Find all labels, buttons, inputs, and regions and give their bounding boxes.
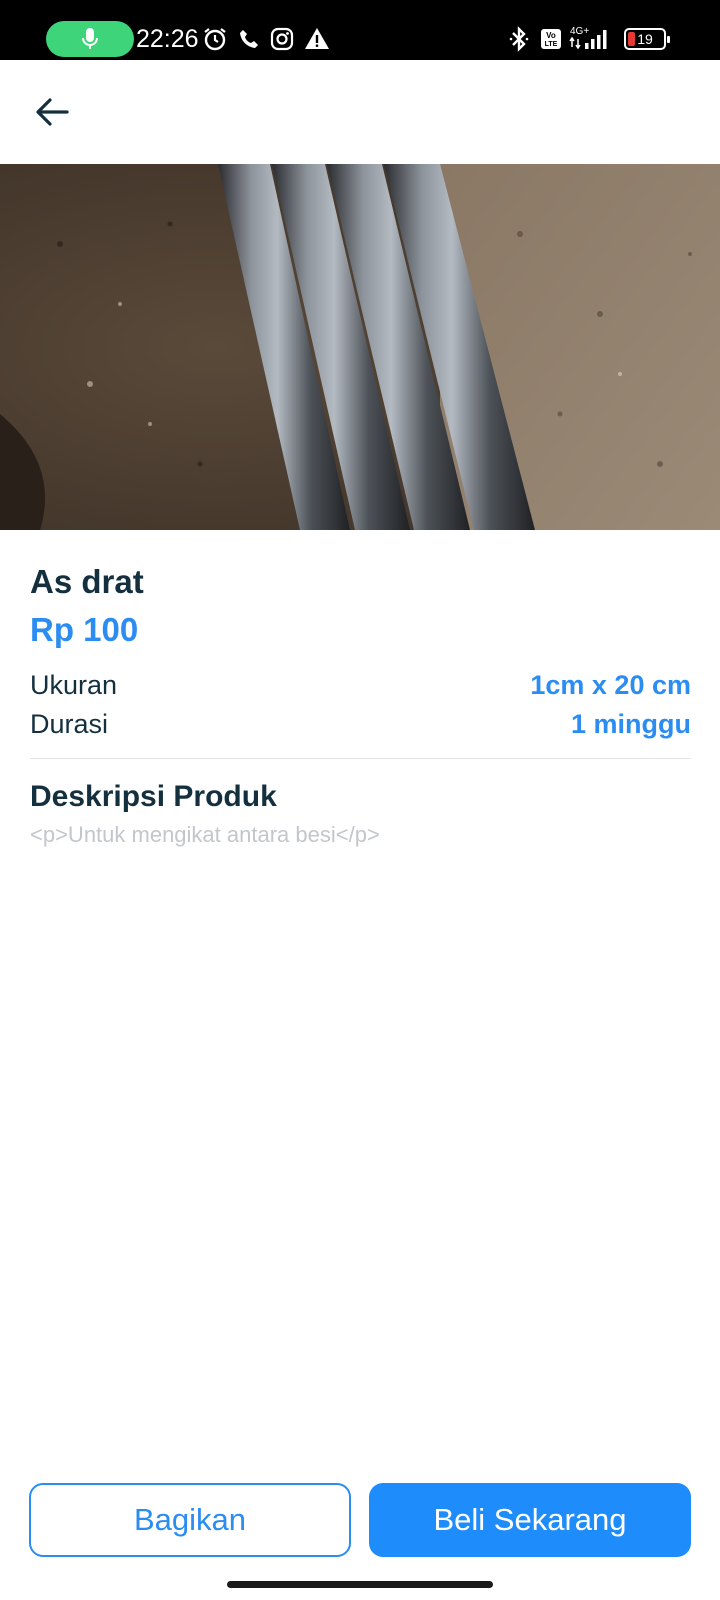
- buy-now-button[interactable]: Beli Sekarang: [369, 1483, 691, 1557]
- spec-value: 1cm x 20 cm: [530, 670, 691, 700]
- status-time: 22:26: [136, 25, 199, 53]
- divider: [30, 758, 691, 759]
- signal-icon: 4G+: [568, 24, 616, 50]
- spec-label: Ukuran: [30, 670, 118, 700]
- svg-text:LTE: LTE: [545, 41, 558, 48]
- back-button[interactable]: [24, 84, 80, 140]
- home-indicator[interactable]: [227, 1581, 493, 1588]
- battery-icon: 19: [624, 28, 670, 50]
- spec-row-duration: Durasi 1 minggu: [30, 705, 691, 744]
- share-button[interactable]: Bagikan: [29, 1483, 351, 1557]
- product-price: Rp 100: [30, 611, 139, 648]
- status-bar: 22:26 Vo LTE 4G+ 19: [0, 0, 720, 60]
- alarm-icon: [202, 26, 228, 52]
- app-bar: [0, 60, 720, 164]
- spec-row-size: Ukuran 1cm x 20 cm: [30, 666, 691, 705]
- spec-value: 1 minggu: [571, 709, 691, 739]
- instagram-icon: [270, 26, 294, 52]
- spec-list: Ukuran 1cm x 20 cm Durasi 1 minggu: [30, 666, 691, 744]
- bluetooth-icon: [508, 26, 530, 52]
- spec-label: Durasi: [30, 709, 109, 739]
- mic-icon: [82, 28, 98, 49]
- mic-indicator[interactable]: [46, 21, 134, 57]
- description-title: Deskripsi Produk: [30, 780, 277, 813]
- svg-text:4G+: 4G+: [570, 26, 589, 37]
- description-text: <p>Untuk mengikat antara besi</p>: [30, 822, 380, 847]
- volte-icon: Vo LTE: [540, 26, 562, 52]
- phone-icon: [238, 26, 260, 52]
- product-name: As drat: [30, 563, 144, 600]
- battery-level: 19: [637, 31, 653, 47]
- product-details: As drat Rp 100 Ukuran 1cm x 20 cm Durasi…: [30, 560, 691, 851]
- arrow-left-icon: [36, 98, 69, 126]
- product-image: [0, 164, 720, 530]
- warning-icon: [304, 26, 330, 52]
- svg-text:Vo: Vo: [546, 31, 556, 40]
